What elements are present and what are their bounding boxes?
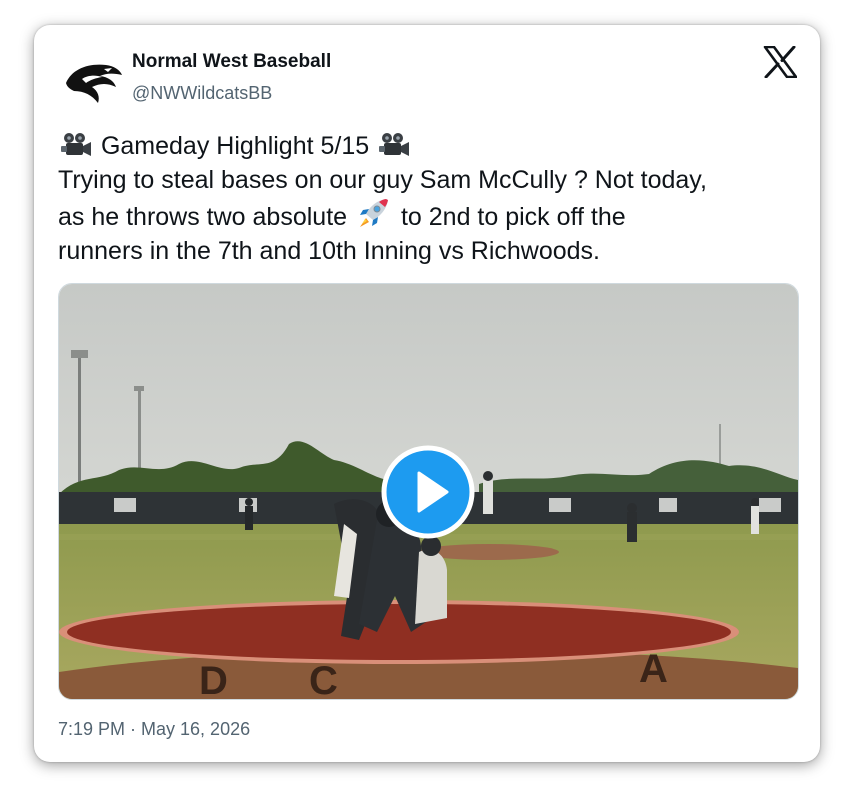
tweet-text: Gameday Highlight 5/15 Trying to steal b… <box>58 129 798 268</box>
author-handle[interactable]: @NWWildcatsBB <box>132 83 272 104</box>
video-thumbnail[interactable]: D C A <box>58 283 799 700</box>
tweet-line: as he throws two absolute to 2nd to pick… <box>58 197 798 234</box>
svg-text:A: A <box>639 647 668 691</box>
rocket-icon <box>360 199 389 227</box>
tweet-text-segment: to 2nd to pick off the <box>400 203 626 231</box>
x-logo-icon[interactable] <box>763 46 797 78</box>
movie-camera-icon <box>379 133 410 156</box>
play-icon[interactable] <box>381 445 475 539</box>
author-name[interactable]: Normal West Baseball <box>132 51 331 73</box>
tweet-line: Gameday Highlight 5/15 <box>58 129 798 163</box>
svg-text:D: D <box>199 659 228 699</box>
tweet-timestamp[interactable]: 7:19 PM · May 16, 2026 <box>58 719 250 740</box>
svg-text:C: C <box>309 659 338 699</box>
tweet-text-segment: as he throws two absolute <box>58 203 348 231</box>
tweet-headline: Gameday Highlight 5/15 <box>100 132 370 160</box>
tweet-line: Trying to steal bases on our guy Sam McC… <box>58 166 707 194</box>
wildcat-logo-icon[interactable] <box>62 49 124 111</box>
tweet-line: runners in the 7th and 10th Inning vs Ri… <box>58 237 601 265</box>
movie-camera-icon <box>61 133 91 156</box>
tweet-card[interactable]: Normal West Baseball @NWWildcatsBB Gamed… <box>34 25 820 762</box>
